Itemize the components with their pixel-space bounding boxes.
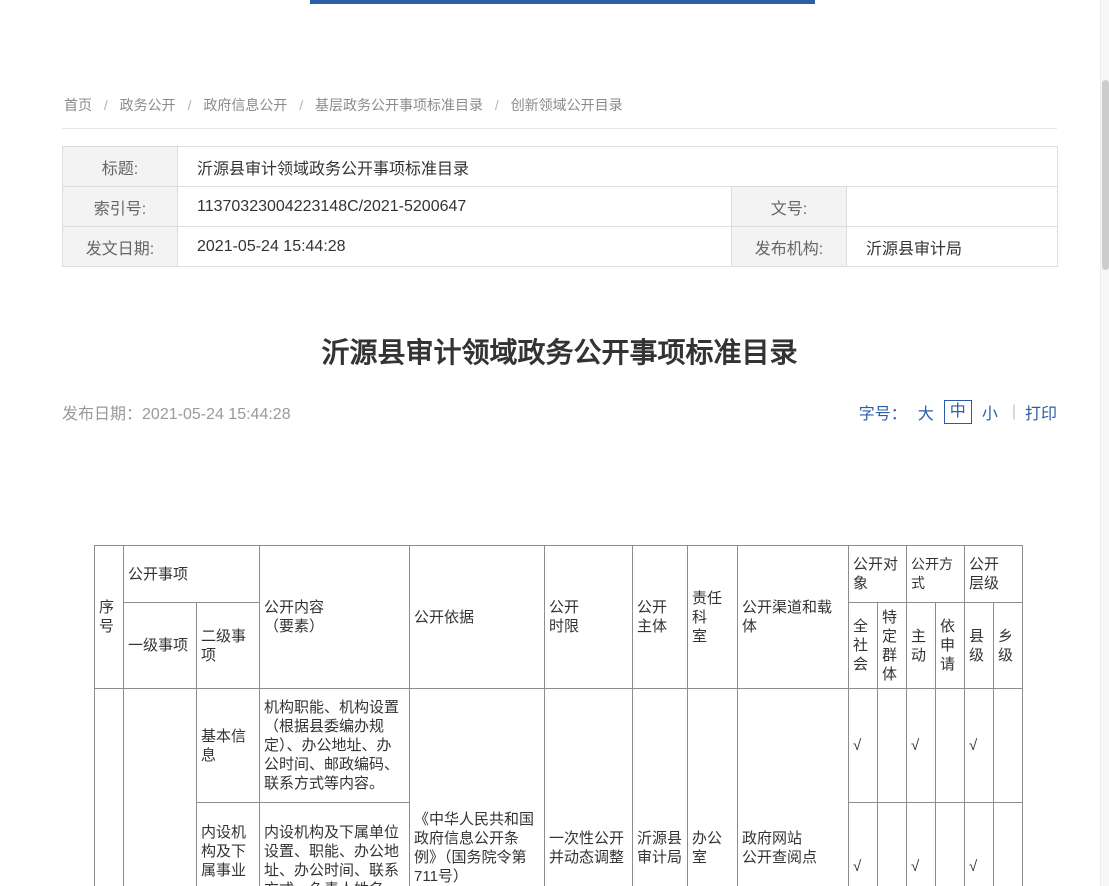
cell-subject: 沂源县审计局 [633,689,688,886]
header-audience-specific: 特定群体 [878,603,907,689]
cell-basis: 《中华人民共和国政府信息公开条例》（国务院令第711号） [410,689,545,886]
breadcrumb-home[interactable]: 首页 [64,97,92,113]
top-nav-bar-edge [310,0,815,4]
cell-time-limit: 一次性公开并动态调整 [545,689,633,886]
header-items-group: 公开事项 [124,546,260,603]
cell-check-method-request [936,803,965,886]
cell-check-method-request [936,689,965,803]
publish-date: 发布日期：2021-05-24 15:44:28 [62,400,291,424]
header-level-county: 县级 [965,603,994,689]
header-level-group: 公开 层级 [965,546,1023,603]
cell-level2: 基本信息 [197,689,260,803]
print-button[interactable]: 打印 [1025,400,1057,424]
breadcrumb-separator: / [495,97,499,113]
cell-check-method-active: √ [907,689,936,803]
catalog-header-row-1: 序 号 公开事项 公开内容 （要素） 公开依据 公开 时限 公开 主体 责任科 … [95,546,1023,603]
cell-level2: 内设机构及下属事业 [197,803,260,886]
header-time-limit: 公开 时限 [545,546,633,689]
cell-content: 内设机构及下属单位设置、职能、办公地址、办公时间、联系方式、负责人姓名 [260,803,410,886]
breadcrumb: 首页 / 政务公开 / 政府信息公开 / 基层政务公开事项标准目录 / 创新领域… [62,0,1057,129]
cell-check-audience-specific [878,689,907,803]
header-seq: 序 号 [95,546,124,689]
font-size-label: 字号： [859,400,907,424]
cell-content: 机构职能、机构设置（根据县委编办规定）、办公地址、办公时间、邮政编码、联系方式等… [260,689,410,803]
publish-date-value: 2021-05-24 15:44:28 [142,406,291,423]
title-value: 沂源县审计领域政务公开事项标准目录 [178,147,1058,187]
cell-level1 [124,689,197,886]
scrollbar-track[interactable] [1100,0,1109,886]
channel-line: 公开查阅点 [742,848,844,867]
header-department: 责任科 室 [688,546,738,689]
header-subject: 公开 主体 [633,546,688,689]
header-content: 公开内容 （要素） [260,546,410,689]
breadcrumb-separator: / [299,97,303,113]
cell-check-audience-specific [878,803,907,886]
table-row: 基本信息 机构职能、机构设置（根据县委编办规定）、办公地址、办公时间、邮政编码、… [95,689,1023,803]
agency-value: 沂源县审计局 [847,227,1058,267]
index-label: 索引号: [63,187,178,227]
cell-channel: 政府网站 公开查阅点 [738,689,849,886]
issue-date-value: 2021-05-24 15:44:28 [178,227,732,267]
index-value: 11370323004223148C/2021-5200647 [178,187,732,227]
breadcrumb-standard-catalog[interactable]: 基层政务公开事项标准目录 [315,97,483,113]
cell-check-level-town [994,803,1023,886]
info-row-title: 标题: 沂源县审计领域政务公开事项标准目录 [63,147,1058,187]
font-size-medium-button[interactable]: 中 [944,400,972,424]
header-channel: 公开渠道和载体 [738,546,849,689]
article-tools: 字号： 大 中 小 | 打印 [859,400,1057,424]
header-audience-all: 全社会 [849,603,878,689]
agency-label: 发布机构: [732,227,847,267]
catalog-table-wrapper: 序 号 公开事项 公开内容 （要素） 公开依据 公开 时限 公开 主体 责任科 … [94,545,1057,886]
breadcrumb-innovation-catalog[interactable]: 创新领域公开目录 [511,97,623,113]
catalog-table: 序 号 公开事项 公开内容 （要素） 公开依据 公开 时限 公开 主体 责任科 … [94,545,1023,886]
header-basis: 公开依据 [410,546,545,689]
cell-seq [95,689,124,886]
article-meta-row: 发布日期：2021-05-24 15:44:28 字号： 大 中 小 | 打印 [62,399,1057,425]
header-level-town: 乡级 [994,603,1023,689]
doc-no-label: 文号: [732,187,847,227]
cell-check-method-active: √ [907,803,936,886]
cell-check-level-town [994,689,1023,803]
header-level1: 一级事项 [124,603,197,689]
breadcrumb-info-disclosure[interactable]: 政府信息公开 [203,97,287,113]
publish-date-label: 发布日期： [62,406,142,423]
page-title: 沂源县审计领域政务公开事项标准目录 [62,333,1057,373]
cell-check-audience-all: √ [849,689,878,803]
font-size-large-button[interactable]: 大 [918,400,934,424]
doc-no-value [847,187,1058,227]
header-method-request: 依申请 [936,603,965,689]
tools-divider: | [1012,403,1016,421]
issue-date-label: 发文日期: [63,227,178,267]
font-size-small-button[interactable]: 小 [982,400,998,424]
header-method-group: 公开方式 [907,546,965,603]
cell-check-level-county: √ [965,689,994,803]
breadcrumb-separator: / [188,97,192,113]
breadcrumb-separator: / [104,97,108,113]
document-info-table: 标题: 沂源县审计领域政务公开事项标准目录 索引号: 1137032300422… [62,146,1058,267]
cell-department: 办公室 [688,689,738,886]
scrollbar-thumb[interactable] [1102,80,1109,270]
breadcrumb-zhengwu[interactable]: 政务公开 [120,97,176,113]
cell-check-audience-all: √ [849,803,878,886]
title-label: 标题: [63,147,178,187]
channel-line: 政府网站 [742,829,844,848]
content-area: 首页 / 政务公开 / 政府信息公开 / 基层政务公开事项标准目录 / 创新领域… [62,0,1057,886]
info-row-date: 发文日期: 2021-05-24 15:44:28 发布机构: 沂源县审计局 [63,227,1058,267]
info-row-index: 索引号: 11370323004223148C/2021-5200647 文号: [63,187,1058,227]
header-level2: 二级事项 [197,603,260,689]
header-method-active: 主动 [907,603,936,689]
page: 首页 / 政务公开 / 政府信息公开 / 基层政务公开事项标准目录 / 创新领域… [0,0,1109,886]
cell-check-level-county: √ [965,803,994,886]
header-audience-group: 公开对象 [849,546,907,603]
